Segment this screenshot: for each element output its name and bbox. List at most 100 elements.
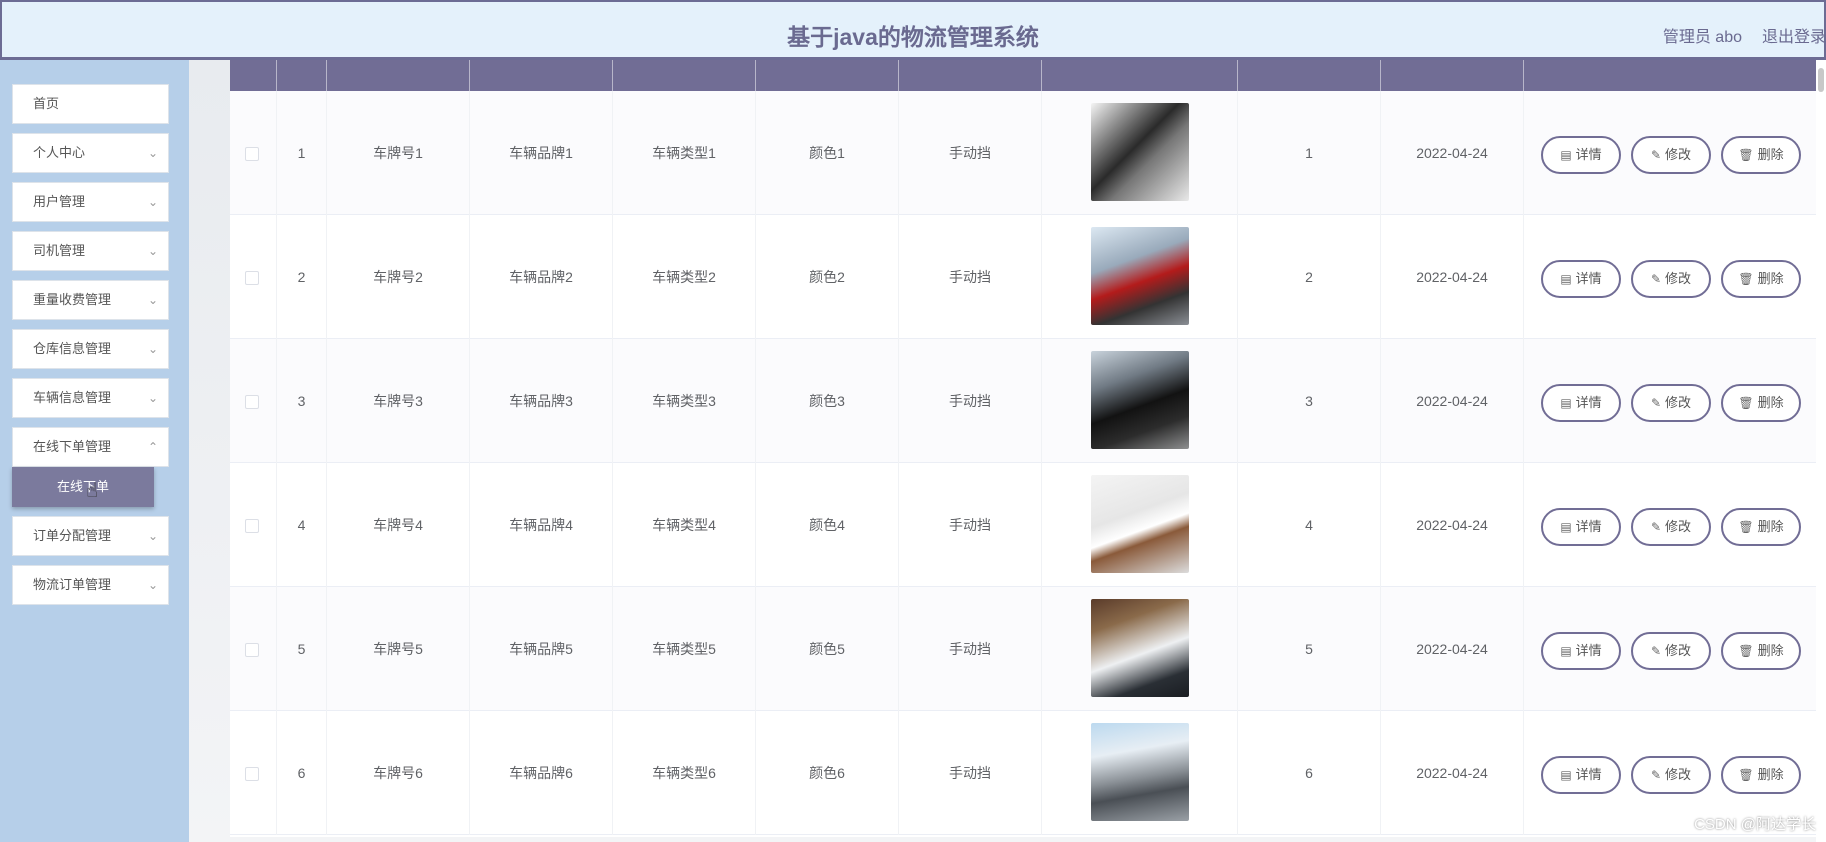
chevron-down-icon: ⌄	[147, 195, 158, 209]
top-header: 基于java的物流管理系统 管理员 abo 退出登录	[0, 0, 1826, 60]
logout-link[interactable]: 退出登录	[1762, 23, 1824, 47]
edit-button[interactable]: ✎ 修改	[1631, 260, 1711, 298]
cell-plate: 车牌号2	[327, 215, 470, 339]
delete-button[interactable]: 🗑 删除	[1721, 260, 1801, 298]
sidebar-item-weight-fees[interactable]: 重量收费管理 ⌄	[12, 280, 169, 320]
table-row: 3 车牌号3 车辆品牌3 车辆类型3 颜色3 手动挡 3 2022-04-24 ▤ 详情 ✎ 修改 🗑 删…	[230, 339, 1816, 463]
chevron-down-icon: ⌄	[147, 529, 158, 543]
edit-button[interactable]: ✎ 修改	[1631, 384, 1711, 422]
cell-date: 2022-04-24	[1381, 91, 1524, 215]
cell-type: 车辆类型6	[613, 711, 756, 835]
delete-button-label: 删除	[1757, 271, 1784, 286]
cell-image	[1042, 339, 1238, 463]
edit-button-label: 修改	[1665, 767, 1692, 782]
row-checkbox[interactable]	[245, 767, 259, 781]
chevron-down-icon: ⌄	[147, 578, 158, 592]
chevron-up-icon: ⌃	[147, 440, 158, 454]
row-checkbox[interactable]	[245, 395, 259, 409]
detail-button[interactable]: ▤ 详情	[1541, 384, 1621, 422]
sidebar-item-label: 物流订单管理	[33, 577, 112, 592]
pencil-icon: ✎	[1650, 768, 1662, 782]
delete-button[interactable]: 🗑 删除	[1721, 136, 1801, 174]
cell-plate: 车牌号6	[327, 711, 470, 835]
row-checkbox[interactable]	[245, 643, 259, 657]
vehicle-image[interactable]	[1091, 227, 1189, 325]
scrollbar-thumb[interactable]	[1818, 68, 1824, 92]
detail-button-label: 详情	[1575, 643, 1602, 658]
document-icon: ▤	[1560, 396, 1572, 410]
cell-gear: 手动挡	[899, 463, 1042, 587]
pencil-icon: ✎	[1650, 520, 1662, 534]
cell-brand: 车辆品牌1	[470, 91, 613, 215]
cell-index: 2	[277, 215, 327, 339]
cell-brand: 车辆品牌6	[470, 711, 613, 835]
detail-button[interactable]: ▤ 详情	[1541, 632, 1621, 670]
vehicle-image[interactable]	[1091, 599, 1189, 697]
sidebar-item-profile[interactable]: 个人中心 ⌄	[12, 133, 169, 173]
detail-button[interactable]: ▤ 详情	[1541, 260, 1621, 298]
edit-button[interactable]: ✎ 修改	[1631, 632, 1711, 670]
header-col-color	[756, 60, 899, 91]
pencil-icon: ✎	[1650, 396, 1662, 410]
scrollbar[interactable]	[1816, 60, 1826, 842]
vehicle-image[interactable]	[1091, 723, 1189, 821]
header-select-all[interactable]	[230, 60, 277, 91]
cell-select	[230, 711, 277, 835]
edit-button[interactable]: ✎ 修改	[1631, 136, 1711, 174]
cell-gear: 手动挡	[899, 91, 1042, 215]
detail-button[interactable]: ▤ 详情	[1541, 136, 1621, 174]
detail-button[interactable]: ▤ 详情	[1541, 756, 1621, 794]
cell-seats: 2	[1238, 215, 1381, 339]
row-checkbox[interactable]	[245, 519, 259, 533]
cell-type: 车辆类型1	[613, 91, 756, 215]
vehicle-image[interactable]	[1091, 103, 1189, 201]
row-checkbox[interactable]	[245, 147, 259, 161]
sidebar-item-label: 用户管理	[33, 194, 86, 209]
cell-select	[230, 215, 277, 339]
hand-cursor-icon: ☝	[86, 480, 99, 502]
cell-seats: 6	[1238, 711, 1381, 835]
sidebar-item-vehicles[interactable]: 车辆信息管理 ⌄	[12, 378, 169, 418]
header-col-index	[277, 60, 327, 91]
cell-color: 颜色1	[756, 91, 899, 215]
table-row: 5 车牌号5 车辆品牌5 车辆类型5 颜色5 手动挡 5 2022-04-24 ▤ 详情 ✎ 修改 🗑 删…	[230, 587, 1816, 711]
submenu-item-online-order[interactable]: 在线下单	[12, 467, 154, 507]
sidebar-item-home[interactable]: 首页	[12, 84, 169, 124]
cell-select	[230, 339, 277, 463]
sidebar-item-online-orders[interactable]: 在线下单管理 ⌃	[12, 427, 169, 467]
cell-seats: 4	[1238, 463, 1381, 587]
table-row: 6 车牌号6 车辆品牌6 车辆类型6 颜色6 手动挡 6 2022-04-24 ▤ 详情 ✎ 修改 🗑 删…	[230, 711, 1816, 835]
cell-date: 2022-04-24	[1381, 339, 1524, 463]
delete-button[interactable]: 🗑 删除	[1721, 384, 1801, 422]
cell-index: 3	[277, 339, 327, 463]
row-checkbox[interactable]	[245, 271, 259, 285]
detail-button[interactable]: ▤ 详情	[1541, 508, 1621, 546]
delete-button[interactable]: 🗑 删除	[1721, 508, 1801, 546]
sidebar-item-logistics-orders[interactable]: 物流订单管理 ⌄	[12, 565, 169, 605]
pencil-icon: ✎	[1650, 644, 1662, 658]
edit-button[interactable]: ✎ 修改	[1631, 756, 1711, 794]
document-icon: ▤	[1560, 272, 1572, 286]
cell-image	[1042, 587, 1238, 711]
sidebar-item-users[interactable]: 用户管理 ⌄	[12, 182, 169, 222]
edit-button[interactable]: ✎ 修改	[1631, 508, 1711, 546]
delete-button[interactable]: 🗑 删除	[1721, 632, 1801, 670]
cell-gear: 手动挡	[899, 587, 1042, 711]
sidebar-item-warehouse[interactable]: 仓库信息管理 ⌄	[12, 329, 169, 369]
delete-button[interactable]: 🗑 删除	[1721, 756, 1801, 794]
cell-gear: 手动挡	[899, 711, 1042, 835]
vehicle-image[interactable]	[1091, 351, 1189, 449]
header-col-seats	[1238, 60, 1381, 91]
cell-image	[1042, 91, 1238, 215]
vehicle-image[interactable]	[1091, 475, 1189, 573]
cell-index: 1	[277, 91, 327, 215]
cell-color: 颜色2	[756, 215, 899, 339]
edit-button-label: 修改	[1665, 395, 1692, 410]
sidebar-item-order-assignment[interactable]: 订单分配管理 ⌄	[12, 516, 169, 556]
pencil-icon: ✎	[1650, 148, 1662, 162]
trash-icon: 🗑	[1738, 396, 1754, 410]
sidebar-item-drivers[interactable]: 司机管理 ⌄	[12, 231, 169, 271]
cell-date: 2022-04-24	[1381, 711, 1524, 835]
sidebar-item-label: 个人中心	[33, 145, 86, 160]
header-col-gear	[899, 60, 1042, 91]
